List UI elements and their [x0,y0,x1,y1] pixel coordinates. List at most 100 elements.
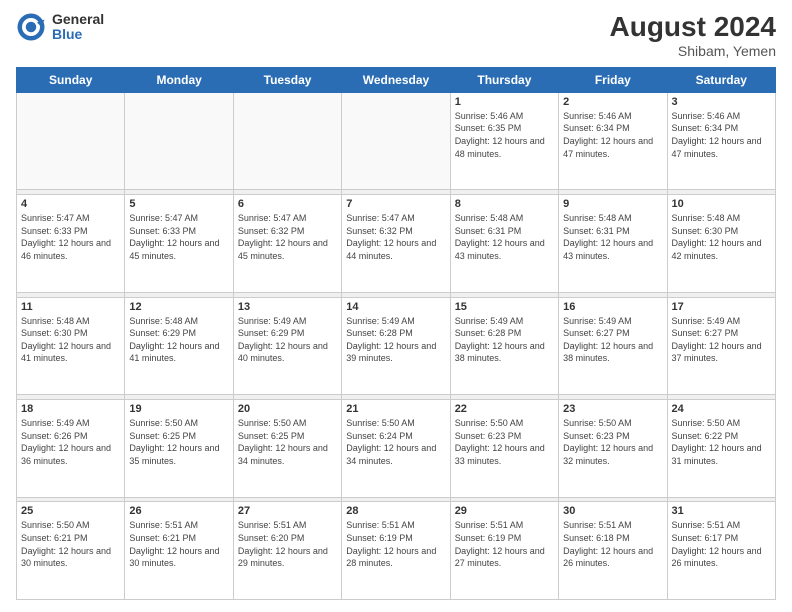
day-info: Sunrise: 5:47 AM Sunset: 6:32 PM Dayligh… [346,212,445,262]
day-number: 19 [129,403,228,415]
week-row-1: 1 Sunrise: 5:46 AM Sunset: 6:35 PM Daylig… [17,92,776,190]
day-number: 23 [563,403,662,415]
day-cell-17: 17Sunrise: 5:49 AM Sunset: 6:27 PM Dayli… [667,297,775,395]
day-info: Sunrise: 5:51 AM Sunset: 6:19 PM Dayligh… [346,519,445,569]
day-info: Sunrise: 5:49 AM Sunset: 6:27 PM Dayligh… [672,315,771,365]
day-info: Sunrise: 5:46 AM Sunset: 6:34 PM Dayligh… [672,110,771,160]
day-cell-30: 30 Sunrise: 5:51 AM Sunset: 6:18 PM Dayli… [559,502,667,600]
day-info: Sunrise: 5:50 AM Sunset: 6:25 PM Dayligh… [238,417,337,467]
day-cell-24: 24Sunrise: 5:50 AM Sunset: 6:22 PM Dayli… [667,400,775,498]
empty-cell [342,92,450,190]
day-cell-23: 23 Sunrise: 5:50 AM Sunset: 6:23 PM Dayli… [559,400,667,498]
day-info: Sunrise: 5:46 AM Sunset: 6:34 PM Dayligh… [563,110,662,160]
month-year: August 2024 [610,12,777,43]
day-cell-22: 22Sunrise: 5:50 AM Sunset: 6:23 PM Dayli… [450,400,558,498]
day-cell-9: 9 Sunrise: 5:48 AM Sunset: 6:31 PM Daylig… [559,195,667,293]
day-info: Sunrise: 5:51 AM Sunset: 6:21 PM Dayligh… [129,519,228,569]
day-cell-3: 3 Sunrise: 5:46 AM Sunset: 6:34 PM Daylig… [667,92,775,190]
day-number: 5 [129,198,228,210]
empty-cell [125,92,233,190]
day-info: Sunrise: 5:50 AM Sunset: 6:24 PM Dayligh… [346,417,445,467]
weekday-header-tuesday: Tuesday [233,67,341,92]
weekday-header-thursday: Thursday [450,67,558,92]
day-info: Sunrise: 5:49 AM Sunset: 6:26 PM Dayligh… [21,417,120,467]
day-cell-21: 21 Sunrise: 5:50 AM Sunset: 6:24 PM Dayli… [342,400,450,498]
header: General Blue August 2024 Shibam, Yemen [16,12,776,59]
day-info: Sunrise: 5:51 AM Sunset: 6:18 PM Dayligh… [563,519,662,569]
day-info: Sunrise: 5:48 AM Sunset: 6:29 PM Dayligh… [129,315,228,365]
day-number: 3 [672,96,771,108]
weekday-header-saturday: Saturday [667,67,775,92]
day-cell-29: 29Sunrise: 5:51 AM Sunset: 6:19 PM Dayli… [450,502,558,600]
day-info: Sunrise: 5:48 AM Sunset: 6:31 PM Dayligh… [563,212,662,262]
day-cell-20: 20 Sunrise: 5:50 AM Sunset: 6:25 PM Dayli… [233,400,341,498]
day-number: 1 [455,96,554,108]
week-row-5: 25Sunrise: 5:50 AM Sunset: 6:21 PM Dayli… [17,502,776,600]
day-cell-1: 1 Sunrise: 5:46 AM Sunset: 6:35 PM Daylig… [450,92,558,190]
day-number: 21 [346,403,445,415]
day-info: Sunrise: 5:48 AM Sunset: 6:31 PM Dayligh… [455,212,554,262]
day-number: 9 [563,198,662,210]
day-number: 6 [238,198,337,210]
day-info: Sunrise: 5:47 AM Sunset: 6:33 PM Dayligh… [129,212,228,262]
day-number: 2 [563,96,662,108]
day-number: 4 [21,198,120,210]
day-info: Sunrise: 5:46 AM Sunset: 6:35 PM Dayligh… [455,110,554,160]
day-cell-4: 4 Sunrise: 5:47 AM Sunset: 6:33 PM Daylig… [17,195,125,293]
day-number: 29 [455,505,554,517]
day-info: Sunrise: 5:48 AM Sunset: 6:30 PM Dayligh… [21,315,120,365]
day-number: 25 [21,505,120,517]
day-info: Sunrise: 5:49 AM Sunset: 6:28 PM Dayligh… [455,315,554,365]
day-number: 12 [129,301,228,313]
day-number: 20 [238,403,337,415]
day-info: Sunrise: 5:51 AM Sunset: 6:20 PM Dayligh… [238,519,337,569]
day-cell-19: 19 Sunrise: 5:50 AM Sunset: 6:25 PM Dayli… [125,400,233,498]
day-number: 16 [563,301,662,313]
logo-icon [16,12,46,42]
day-number: 14 [346,301,445,313]
weekday-header-row: SundayMondayTuesdayWednesdayThursdayFrid… [17,67,776,92]
day-number: 31 [672,505,771,517]
day-cell-8: 8 Sunrise: 5:48 AM Sunset: 6:31 PM Daylig… [450,195,558,293]
day-number: 7 [346,198,445,210]
day-cell-2: 2 Sunrise: 5:46 AM Sunset: 6:34 PM Daylig… [559,92,667,190]
day-cell-31: 31 Sunrise: 5:51 AM Sunset: 6:17 PM Dayli… [667,502,775,600]
day-number: 26 [129,505,228,517]
day-number: 27 [238,505,337,517]
day-info: Sunrise: 5:47 AM Sunset: 6:32 PM Dayligh… [238,212,337,262]
day-cell-25: 25Sunrise: 5:50 AM Sunset: 6:21 PM Dayli… [17,502,125,600]
day-number: 8 [455,198,554,210]
week-row-4: 18Sunrise: 5:49 AM Sunset: 6:26 PM Dayli… [17,400,776,498]
day-info: Sunrise: 5:49 AM Sunset: 6:28 PM Dayligh… [346,315,445,365]
day-cell-27: 27 Sunrise: 5:51 AM Sunset: 6:20 PM Dayli… [233,502,341,600]
calendar-table: SundayMondayTuesdayWednesdayThursdayFrid… [16,67,776,600]
empty-cell [233,92,341,190]
logo-blue: Blue [52,27,104,42]
weekday-header-wednesday: Wednesday [342,67,450,92]
week-row-2: 4 Sunrise: 5:47 AM Sunset: 6:33 PM Daylig… [17,195,776,293]
logo-text: General Blue [52,12,104,43]
day-cell-28: 28Sunrise: 5:51 AM Sunset: 6:19 PM Dayli… [342,502,450,600]
day-number: 30 [563,505,662,517]
day-info: Sunrise: 5:50 AM Sunset: 6:23 PM Dayligh… [563,417,662,467]
day-number: 15 [455,301,554,313]
day-cell-14: 14 Sunrise: 5:49 AM Sunset: 6:28 PM Dayli… [342,297,450,395]
day-cell-15: 15 Sunrise: 5:49 AM Sunset: 6:28 PM Dayli… [450,297,558,395]
day-info: Sunrise: 5:47 AM Sunset: 6:33 PM Dayligh… [21,212,120,262]
day-number: 11 [21,301,120,313]
day-info: Sunrise: 5:51 AM Sunset: 6:17 PM Dayligh… [672,519,771,569]
day-info: Sunrise: 5:50 AM Sunset: 6:22 PM Dayligh… [672,417,771,467]
day-cell-12: 12 Sunrise: 5:48 AM Sunset: 6:29 PM Dayli… [125,297,233,395]
calendar-page: General Blue August 2024 Shibam, Yemen S… [0,0,792,612]
weekday-header-monday: Monday [125,67,233,92]
day-cell-5: 5 Sunrise: 5:47 AM Sunset: 6:33 PM Daylig… [125,195,233,293]
day-info: Sunrise: 5:49 AM Sunset: 6:27 PM Dayligh… [563,315,662,365]
location: Shibam, Yemen [610,43,777,59]
weekday-header-friday: Friday [559,67,667,92]
day-cell-7: 7 Sunrise: 5:47 AM Sunset: 6:32 PM Daylig… [342,195,450,293]
day-cell-16: 16 Sunrise: 5:49 AM Sunset: 6:27 PM Dayli… [559,297,667,395]
day-cell-6: 6 Sunrise: 5:47 AM Sunset: 6:32 PM Daylig… [233,195,341,293]
day-cell-26: 26 Sunrise: 5:51 AM Sunset: 6:21 PM Dayli… [125,502,233,600]
day-info: Sunrise: 5:48 AM Sunset: 6:30 PM Dayligh… [672,212,771,262]
day-info: Sunrise: 5:50 AM Sunset: 6:25 PM Dayligh… [129,417,228,467]
